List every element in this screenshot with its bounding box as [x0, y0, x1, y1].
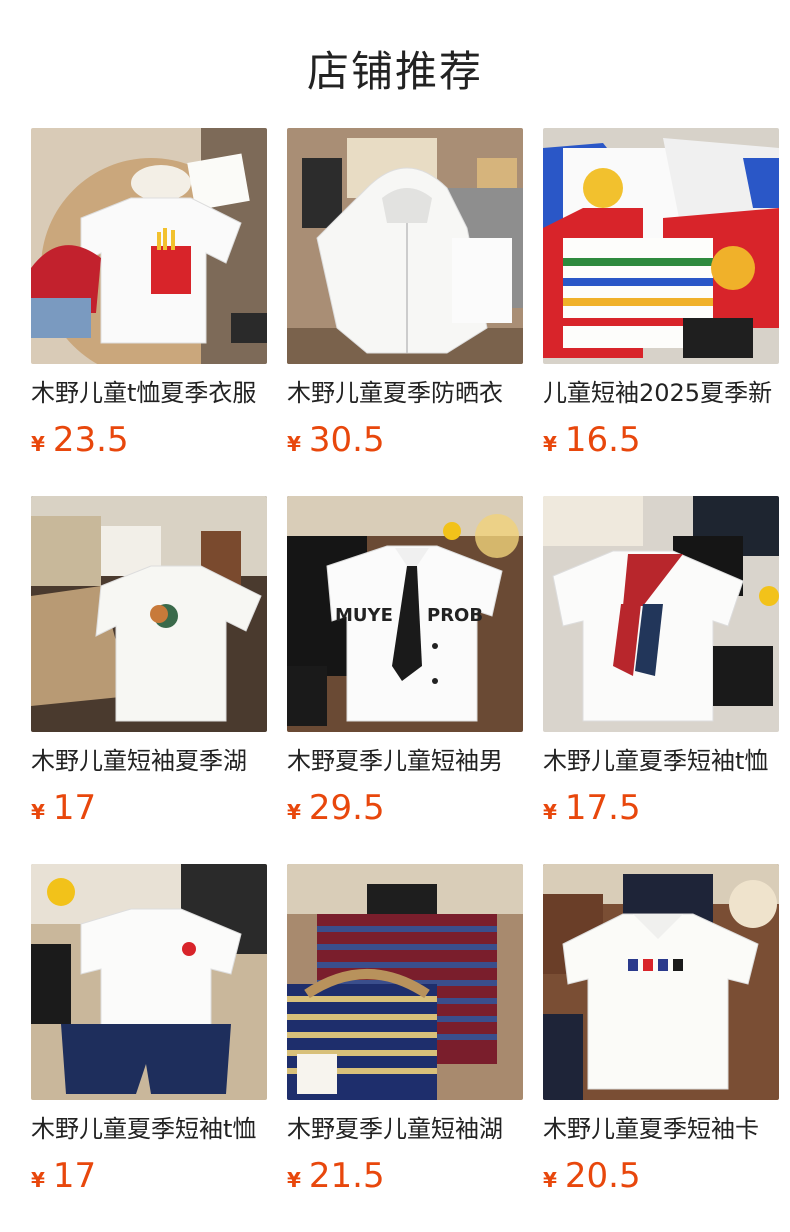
product-title[interactable]: 儿童短袖2025夏季新 [543, 376, 779, 410]
product-card[interactable]: 木野儿童t恤夏季衣服 ¥ 23.5 [31, 128, 267, 464]
shirt-print-left: MUYE [335, 605, 393, 626]
product-photo-hoodie-jacket [287, 128, 523, 364]
product-price: ¥ 23.5 [31, 420, 267, 464]
product-card[interactable]: 木野儿童短袖夏季湖 ¥ 17 [31, 496, 267, 832]
price-value: 16.5 [564, 420, 641, 460]
product-title[interactable]: 木野儿童夏季短袖t恤 [543, 744, 779, 778]
product-price: ¥ 17 [31, 788, 267, 832]
price-value: 23.5 [52, 420, 129, 460]
currency-symbol: ¥ [31, 432, 45, 456]
product-price: ¥ 17.5 [543, 788, 779, 832]
product-title[interactable]: 木野儿童t恤夏季衣服 [31, 376, 267, 410]
product-photo-tshirt-fries [31, 128, 267, 364]
product-photo-tee-printed-tie [543, 496, 779, 732]
currency-symbol: ¥ [543, 1168, 557, 1192]
product-image[interactable] [31, 496, 267, 732]
product-photo-striped-tees [287, 864, 523, 1100]
price-value: 20.5 [564, 1156, 641, 1196]
product-photo-cartoon-tshirts [543, 128, 779, 364]
product-price: ¥ 20.5 [543, 1156, 779, 1200]
currency-symbol: ¥ [287, 800, 301, 824]
currency-symbol: ¥ [543, 432, 557, 456]
price-value: 17.5 [564, 788, 641, 828]
price-value: 21.5 [308, 1156, 385, 1196]
product-card[interactable]: 儿童短袖2025夏季新 ¥ 16.5 [543, 128, 779, 464]
product-card[interactable]: 木野夏季儿童短袖湖 ¥ 21.5 [287, 864, 523, 1200]
currency-symbol: ¥ [287, 432, 301, 456]
product-photo-shirt-tie: MUYE PROB [287, 496, 523, 732]
product-photo-polo-shirt [543, 864, 779, 1100]
product-title[interactable]: 木野儿童夏季防晒衣 [287, 376, 523, 410]
product-photo-tee-denim-shorts [31, 864, 267, 1100]
product-image[interactable] [543, 128, 779, 364]
product-card[interactable]: 木野儿童夏季短袖t恤 ¥ 17.5 [543, 496, 779, 832]
product-title[interactable]: 木野儿童夏季短袖t恤 [31, 1112, 267, 1146]
product-image[interactable] [31, 864, 267, 1100]
product-title[interactable]: 木野儿童夏季短袖卡 [543, 1112, 779, 1146]
product-title[interactable]: 木野儿童短袖夏季湖 [31, 744, 267, 778]
product-image[interactable] [287, 128, 523, 364]
product-card[interactable]: 木野儿童夏季短袖卡 ¥ 20.5 [543, 864, 779, 1200]
product-image[interactable] [543, 864, 779, 1100]
shirt-print-right: PROB [427, 605, 483, 626]
price-value: 30.5 [308, 420, 385, 460]
product-price: ¥ 21.5 [287, 1156, 523, 1200]
product-photo-white-tee-khaki [31, 496, 267, 732]
currency-symbol: ¥ [31, 800, 45, 824]
price-value: 17 [52, 788, 97, 828]
product-card[interactable]: 木野儿童夏季防晒衣 ¥ 30.5 [287, 128, 523, 464]
currency-symbol: ¥ [287, 1168, 301, 1192]
product-price: ¥ 17 [31, 1156, 267, 1200]
product-image[interactable]: MUYE PROB [287, 496, 523, 732]
price-value: 29.5 [308, 788, 385, 828]
product-image[interactable] [543, 496, 779, 732]
product-title[interactable]: 木野夏季儿童短袖湖 [287, 1112, 523, 1146]
product-card[interactable]: MUYE PROB 木野夏季儿童短袖男 ¥ 29.5 [287, 496, 523, 832]
currency-symbol: ¥ [543, 800, 557, 824]
price-value: 17 [52, 1156, 97, 1196]
section-title: 店铺推荐 [306, 47, 483, 96]
product-image[interactable] [31, 128, 267, 364]
product-price: ¥ 16.5 [543, 420, 779, 464]
section-header: 店铺推荐 [0, 0, 790, 128]
product-price: ¥ 30.5 [287, 420, 523, 464]
product-price: ¥ 29.5 [287, 788, 523, 832]
product-image[interactable] [287, 864, 523, 1100]
product-card[interactable]: 木野儿童夏季短袖t恤 ¥ 17 [31, 864, 267, 1200]
currency-symbol: ¥ [31, 1168, 45, 1192]
product-title[interactable]: 木野夏季儿童短袖男 [287, 744, 523, 778]
